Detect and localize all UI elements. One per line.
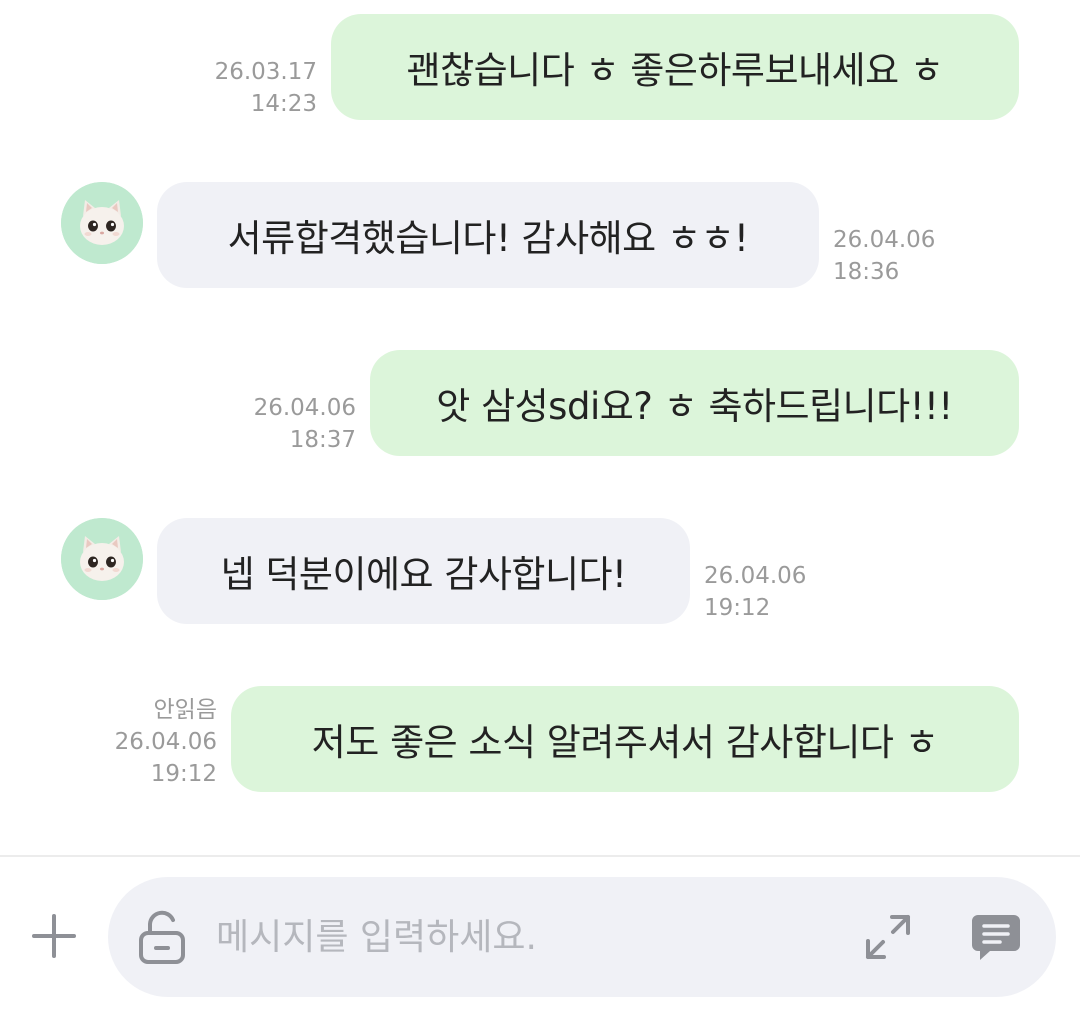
message-date: 26.04.06: [114, 729, 217, 755]
message-time: 19:12: [150, 761, 217, 787]
cat-avatar-icon: [61, 518, 143, 600]
message-meta: 26.04.06 19:12: [704, 560, 806, 624]
send-button[interactable]: [970, 911, 1022, 963]
sent-message-bubble[interactable]: 괜찮습니다 ㅎ 좋은하루보내세요 ㅎ: [331, 14, 1019, 120]
message-row: 넵 덕분이에요 감사합니다! 26.04.06 19:12: [0, 518, 1080, 624]
message-date: 26.04.06: [833, 227, 936, 253]
message-meta: 안읽음 26.04.06 19:12: [115, 694, 217, 790]
message-time: 18:36: [833, 259, 900, 285]
message-row: 26.03.17 14:23 괜찮습니다 ㅎ 좋은하루보내세요 ㅎ: [0, 14, 1080, 120]
expand-button[interactable]: [862, 911, 914, 963]
message-input-container[interactable]: [108, 877, 1056, 997]
avatar[interactable]: [61, 182, 143, 264]
message-date: 26.03.17: [214, 59, 317, 85]
cat-avatar-icon: [61, 182, 143, 264]
sent-message-bubble[interactable]: 앗 삼성sdi요? ㅎ 축하드립니다!!!: [370, 350, 1019, 456]
plus-icon: [32, 914, 76, 958]
message-input[interactable]: [216, 903, 836, 971]
message-composer: [0, 857, 1080, 1021]
message-time: 19:12: [704, 595, 771, 621]
message-time: 18:37: [289, 427, 356, 453]
message-text: 넵 덕분이에요 감사합니다!: [220, 553, 627, 596]
message-text: 저도 좋은 소식 알려주셔서 감사합니다 ㅎ: [311, 721, 939, 764]
message-row: 안읽음 26.04.06 19:12 저도 좋은 소식 알려주셔서 감사합니다 …: [0, 686, 1080, 792]
received-message-bubble[interactable]: 서류합격했습니다! 감사해요 ㅎㅎ!: [157, 182, 819, 288]
message-text: 서류합격했습니다! 감사해요 ㅎㅎ!: [227, 217, 749, 260]
chat-message-list[interactable]: 26.03.17 14:23 괜찮습니다 ㅎ 좋은하루보내세요 ㅎ 서류합격했습…: [0, 0, 1080, 856]
message-date: 26.04.06: [253, 395, 356, 421]
unlock-icon: [139, 910, 185, 964]
message-meta: 26.04.06 18:36: [833, 224, 935, 288]
avatar[interactable]: [61, 518, 143, 600]
sent-message-bubble[interactable]: 저도 좋은 소식 알려주셔서 감사합니다 ㅎ: [231, 686, 1019, 792]
message-meta: 26.03.17 14:23: [215, 56, 317, 120]
message-date: 26.04.06: [704, 563, 807, 589]
message-bubble-icon: [972, 915, 1020, 960]
secret-mode-button[interactable]: [136, 909, 188, 965]
message-row: 서류합격했습니다! 감사해요 ㅎㅎ! 26.04.06 18:36: [0, 182, 1080, 288]
message-time: 14:23: [250, 91, 317, 117]
unread-label: 안읽음: [153, 697, 217, 723]
received-message-bubble[interactable]: 넵 덕분이에요 감사합니다!: [157, 518, 690, 624]
message-text: 앗 삼성sdi요? ㅎ 축하드립니다!!!: [436, 385, 953, 428]
message-text: 괜찮습니다 ㅎ 좋은하루보내세요 ㅎ: [406, 49, 944, 92]
message-meta: 26.04.06 18:37: [254, 392, 356, 456]
message-row: 26.04.06 18:37 앗 삼성sdi요? ㅎ 축하드립니다!!!: [0, 350, 1080, 456]
expand-icon: [866, 915, 910, 959]
attach-button[interactable]: [30, 912, 78, 960]
